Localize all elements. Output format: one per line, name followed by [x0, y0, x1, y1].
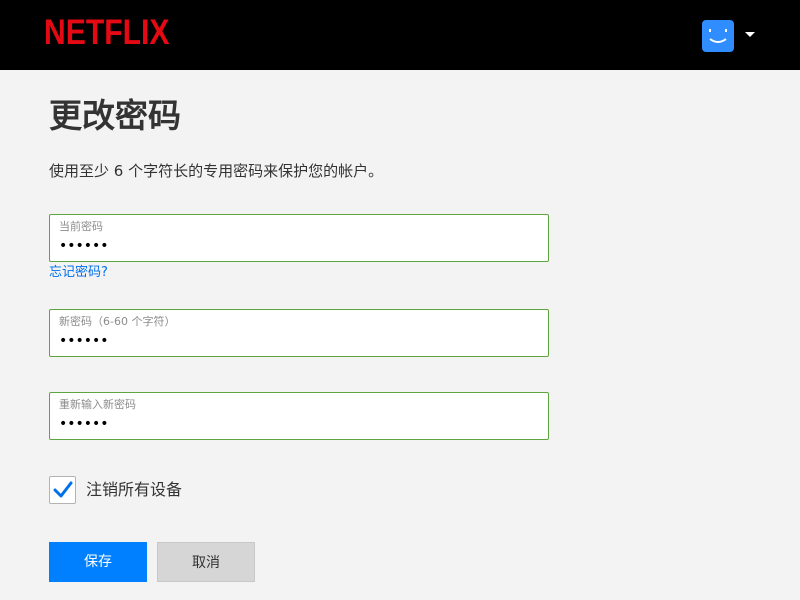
current-password-field[interactable]: 当前密码 [49, 214, 549, 262]
forgot-password-link[interactable]: 忘记密码? [49, 264, 108, 282]
signout-all-devices-label[interactable]: 注销所有设备 [86, 480, 182, 500]
page-title: 更改密码 [49, 96, 181, 135]
smiley-profile-icon[interactable] [702, 20, 734, 52]
checkmark-icon [53, 481, 73, 498]
new-password-field[interactable]: 新密码（6-60 个字符） [49, 309, 549, 357]
confirm-password-input[interactable] [59, 414, 529, 434]
new-password-label: 新密码（6-60 个字符） [59, 315, 176, 328]
current-password-label: 当前密码 [59, 220, 103, 233]
chevron-down-icon[interactable] [745, 32, 755, 37]
signout-all-devices-checkbox[interactable] [49, 476, 76, 504]
new-password-input[interactable] [59, 331, 529, 351]
cancel-button[interactable]: 取消 [157, 542, 255, 582]
top-header: NETFLIX [0, 0, 800, 70]
confirm-password-field[interactable]: 重新输入新密码 [49, 392, 549, 440]
save-button[interactable]: 保存 [49, 542, 147, 582]
confirm-password-label: 重新输入新密码 [59, 398, 136, 411]
current-password-input[interactable] [59, 236, 529, 256]
page-subtitle: 使用至少 6 个字符长的专用密码来保护您的帐户。 [49, 162, 384, 180]
netflix-logo[interactable]: NETFLIX [44, 13, 169, 53]
